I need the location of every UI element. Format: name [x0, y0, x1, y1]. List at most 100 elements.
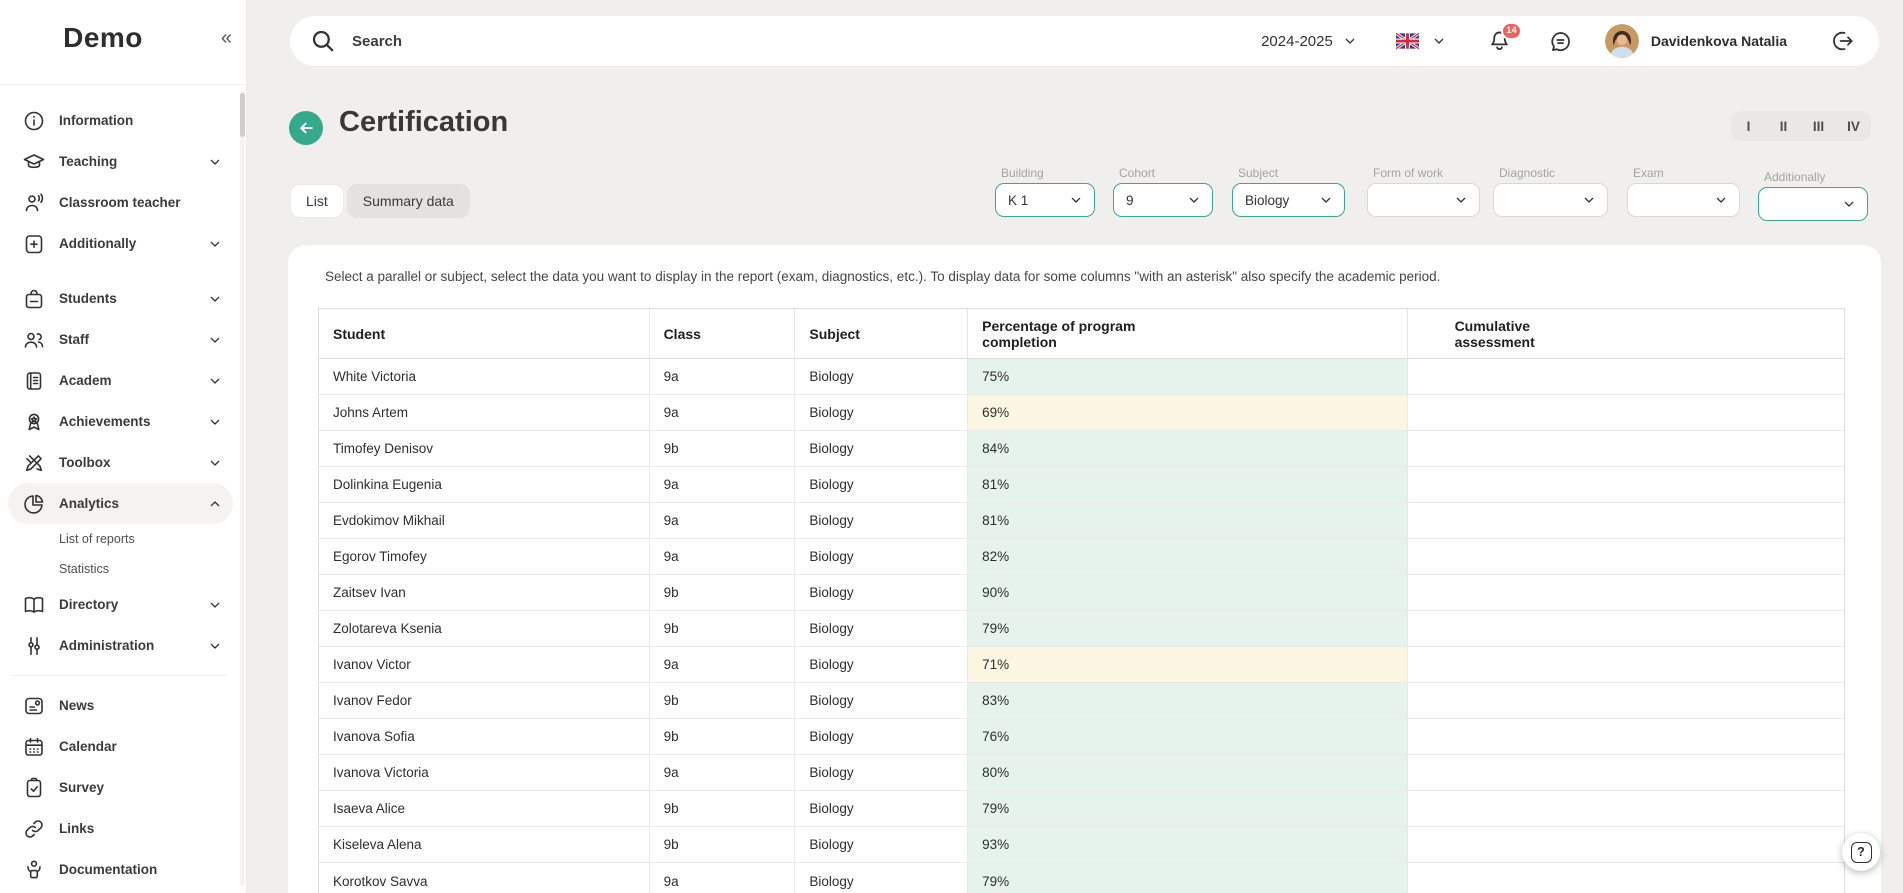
- cell-percent: 84%: [968, 431, 1407, 466]
- cell-subject: Biology: [795, 827, 968, 862]
- chevron-down-icon: [1581, 192, 1597, 208]
- cell-student: Evdokimov Mikhail: [319, 503, 650, 538]
- user-name[interactable]: Davidenkova Natalia: [1651, 33, 1787, 49]
- filter-select[interactable]: K 1: [995, 183, 1095, 217]
- academic-year-select[interactable]: 2024-2025: [1261, 33, 1358, 50]
- sidebar-subitem-statistics[interactable]: Statistics: [0, 554, 239, 584]
- column-header: Class: [650, 309, 796, 358]
- quarter-tab-iii[interactable]: III: [1801, 119, 1836, 134]
- notifications-button[interactable]: 14: [1487, 29, 1512, 54]
- column-header: Subject: [795, 309, 968, 358]
- table-row: Ivanova Victoria9aBiology80%: [319, 755, 1844, 791]
- help-button[interactable]: ?: [1842, 833, 1880, 871]
- filter-value: 9: [1126, 193, 1186, 208]
- back-button[interactable]: [289, 111, 323, 145]
- filter-select[interactable]: [1627, 183, 1740, 217]
- filter-select[interactable]: Biology: [1232, 183, 1345, 217]
- logout-button[interactable]: [1831, 29, 1855, 53]
- sidebar-item-directory[interactable]: Directory: [8, 584, 233, 625]
- cell-student: Zolotareva Ksenia: [319, 611, 650, 646]
- sidebar-collapse-icon[interactable]: «: [221, 27, 232, 50]
- notifications-badge: 14: [1501, 22, 1522, 40]
- cell-subject: Biology: [795, 503, 968, 538]
- cell-percent: 80%: [968, 755, 1407, 790]
- quarter-tab-ii[interactable]: II: [1766, 119, 1801, 134]
- filter-label: Additionally: [1764, 170, 1825, 184]
- view-tab-list[interactable]: List: [290, 184, 344, 218]
- chevron-down-icon: [207, 414, 223, 430]
- sidebar-item-label: Information: [59, 113, 223, 128]
- quarter-tab-i[interactable]: I: [1731, 119, 1766, 134]
- table-row: Korotkov Savva9aBiology79%: [319, 863, 1844, 893]
- sidebar-item-additionally[interactable]: Additionally: [8, 223, 233, 264]
- sidebar-item-administration[interactable]: Administration: [8, 625, 233, 666]
- cell-cumulative-assessment: [1408, 611, 1844, 646]
- sidebar-item-academ[interactable]: Academ: [8, 360, 233, 401]
- cell-student: Ivanov Victor: [319, 647, 650, 682]
- cell-cumulative-assessment: [1408, 359, 1844, 394]
- cell-class: 9b: [650, 683, 796, 718]
- sidebar-item-links[interactable]: Links: [8, 808, 233, 849]
- sidebar-item-survey[interactable]: Survey: [8, 767, 233, 808]
- filter-select[interactable]: [1493, 183, 1608, 217]
- filter-label: Form of work: [1373, 166, 1443, 180]
- chain-link-icon: [22, 817, 46, 841]
- cell-student: Johns Artem: [319, 395, 650, 430]
- sidebar-item-analytics[interactable]: Analytics: [8, 483, 233, 524]
- info-icon: [22, 109, 46, 133]
- cell-percent: 81%: [968, 503, 1407, 538]
- folder-plus-icon: [22, 232, 46, 256]
- cell-subject: Biology: [795, 719, 968, 754]
- cell-class: 9a: [650, 863, 796, 893]
- sidebar-item-students[interactable]: Students: [8, 278, 233, 319]
- sidebar-item-calendar[interactable]: Calendar: [8, 726, 233, 767]
- filter-building: BuildingK 1: [995, 183, 1095, 217]
- messages-button[interactable]: [1548, 29, 1573, 54]
- table-row: Zolotareva Ksenia9bBiology79%: [319, 611, 1844, 647]
- table-row: Ivanov Victor9aBiology71%: [319, 647, 1844, 683]
- cell-subject: Biology: [795, 395, 968, 430]
- avatar[interactable]: [1605, 24, 1639, 58]
- sidebar-item-teaching[interactable]: Teaching: [8, 141, 233, 182]
- sidebar-item-news[interactable]: News: [8, 685, 233, 726]
- view-tab-summary-data[interactable]: Summary data: [347, 184, 470, 218]
- sidebar-item-information[interactable]: Information: [8, 100, 233, 141]
- uk-flag-icon: [1396, 33, 1419, 49]
- chat-icon: [1548, 29, 1573, 54]
- sidebar-divider: [12, 675, 227, 676]
- cell-class: 9a: [650, 503, 796, 538]
- filter-select[interactable]: 9: [1113, 183, 1213, 217]
- chevron-down-icon: [207, 373, 223, 389]
- filter-select[interactable]: [1367, 183, 1480, 217]
- back-arrow-icon: [296, 118, 316, 138]
- chevron-down-icon: [1841, 196, 1857, 212]
- filter-select[interactable]: [1758, 187, 1868, 221]
- sliders-icon: [22, 634, 46, 658]
- scrollbar-thumb[interactable]: [240, 93, 245, 137]
- table-row: Kiseleva Alena9bBiology93%: [319, 827, 1844, 863]
- sidebar-item-documentation[interactable]: Documentation: [8, 849, 233, 890]
- chevron-down-icon: [1342, 33, 1358, 49]
- sidebar-item-achievements[interactable]: Achievements: [8, 401, 233, 442]
- cell-cumulative-assessment: [1408, 575, 1844, 610]
- cell-student: Isaeva Alice: [319, 791, 650, 826]
- search-input[interactable]: [350, 32, 1261, 51]
- sidebar-scrollbar[interactable]: [240, 90, 245, 887]
- sidebar-item-toolbox[interactable]: Toolbox: [8, 442, 233, 483]
- cell-percent: 69%: [968, 395, 1407, 430]
- cell-student: Timofey Denisov: [319, 431, 650, 466]
- language-select[interactable]: [1396, 33, 1447, 49]
- quarter-tab-iv[interactable]: IV: [1836, 119, 1871, 134]
- cell-subject: Biology: [795, 683, 968, 718]
- sidebar-subitem-list-of-reports[interactable]: List of reports: [0, 524, 239, 554]
- cell-subject: Biology: [795, 431, 968, 466]
- teaching-icon: [22, 150, 46, 174]
- sidebar-item-classroom-teacher[interactable]: Classroom teacher: [8, 182, 233, 223]
- cell-cumulative-assessment: [1408, 467, 1844, 502]
- table-row: Zaitsev Ivan9bBiology90%: [319, 575, 1844, 611]
- sidebar-item-staff[interactable]: Staff: [8, 319, 233, 360]
- cell-subject: Biology: [795, 467, 968, 502]
- cell-cumulative-assessment: [1408, 503, 1844, 538]
- sidebar-item-label: News: [59, 698, 223, 713]
- chevron-down-icon: [207, 154, 223, 170]
